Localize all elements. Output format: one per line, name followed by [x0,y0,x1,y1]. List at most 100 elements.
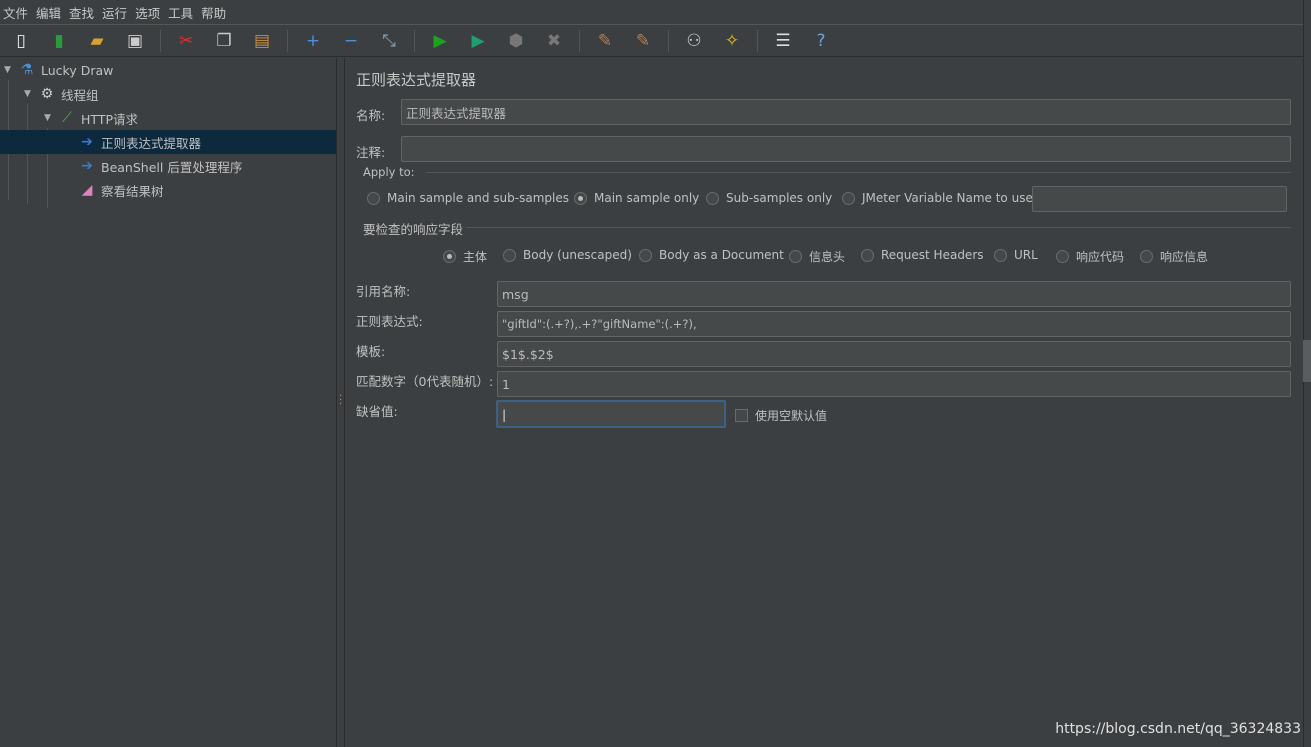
field-to-check-option[interactable]: 信息头 [789,248,845,265]
match-no-field[interactable]: 1 [497,371,1291,397]
expand-icon: + [305,31,321,51]
toolbar-separator [287,30,288,52]
expand-arrow-icon[interactable]: ▼ [44,113,58,123]
tree-node-label: HTTP请求 [81,111,138,127]
cut-icon: ✂ [178,31,194,51]
field-to-check-option[interactable]: 主体 [443,248,487,265]
radio-button[interactable] [789,250,802,263]
page-title: 正则表达式提取器 [356,71,477,89]
expand-button[interactable]: + [300,28,326,54]
tree-node-label: 察看结果树 [101,183,164,199]
menu-item[interactable]: 工具 [168,3,193,22]
field-to-check-option[interactable]: URL [994,248,1038,262]
menu-item[interactable]: 查找 [69,3,94,22]
tree-node[interactable]: ➔ 正则表达式提取器 [0,130,336,154]
function-helper-button[interactable]: ☰ [770,28,796,54]
apply-to-option[interactable]: Main sample and sub-samples [367,191,569,205]
menu-item[interactable]: 文件 [3,3,28,22]
tree-node[interactable]: ▼ ⚙ 线程组 [0,82,336,106]
field-to-check-option[interactable]: 响应信息 [1140,248,1208,265]
start-no-pause-button[interactable]: ▶ [465,28,491,54]
stop-icon: ⬢ [508,31,524,51]
search-button[interactable]: ⚇ [681,28,707,54]
templates-button[interactable]: ▮ [46,28,72,54]
apply-to-option-label: Main sample and sub-samples [387,191,569,205]
scrollbar-thumb[interactable] [1303,340,1311,382]
search-icon: ⚇ [686,31,702,51]
clear-all-icon: ✎ [635,31,651,51]
collapse-button[interactable]: − [338,28,364,54]
reset-search-button[interactable]: ✧ [719,28,745,54]
tree-node-label: Lucky Draw [41,62,114,78]
field-to-check-option-label: 响应代码 [1076,250,1125,264]
apply-to-divider [426,172,1291,173]
new-button[interactable]: ▯ [8,28,34,54]
stop-button[interactable]: ⬢ [503,28,529,54]
post-processor-icon: ➔ [81,134,93,150]
field-to-check-option-label: 信息头 [809,250,846,264]
menu-item[interactable]: 帮助 [201,3,226,22]
test-plan-tree: ▼ ⚗ Lucky Draw ▼ ⚙ 线程组 ▼ ⟋ HTTP请求 ➔ 正则表达式提取器 ➔ BeanS… [0,58,336,747]
clear-all-button[interactable]: ✎ [630,28,656,54]
post-processor-icon: ➔ [81,158,93,174]
apply-to-option[interactable]: Main sample only [574,191,699,205]
radio-button[interactable] [367,191,380,205]
field-to-check-option[interactable]: 响应代码 [1056,248,1124,265]
expand-arrow-icon[interactable]: ▼ [24,89,38,99]
new-icon: ▯ [16,31,26,51]
clear-button[interactable]: ✎ [592,28,618,54]
help-button[interactable]: ? [808,28,834,54]
default-value-field[interactable]: | [496,400,726,428]
template-field[interactable]: $1$.$2$ [497,341,1291,367]
radio-button[interactable] [1056,250,1069,263]
use-empty-default-label: 使用空默认值 [755,409,828,423]
paste-button[interactable]: ▤ [249,28,275,54]
comment-label: 注释: [356,145,386,160]
toolbar-separator [579,30,580,52]
comment-field[interactable] [401,136,1291,162]
tree-node-label: BeanShell 后置处理程序 [101,159,243,175]
tree-node[interactable]: ▼ ⚗ Lucky Draw [0,58,336,82]
radio-button[interactable] [861,248,874,262]
save-button[interactable]: ▣ [122,28,148,54]
ref-name-field[interactable]: msg [497,281,1291,307]
expand-arrow-icon[interactable]: ▼ [4,65,18,75]
field-to-check-option[interactable]: Request Headers [861,248,984,262]
radio-button[interactable] [443,250,456,263]
cut-button[interactable]: ✂ [173,28,199,54]
field-to-check-option[interactable]: Body as a Document [639,248,784,262]
splitter-grip-icon[interactable]: · · · [339,392,342,410]
radio-button[interactable] [1140,250,1153,263]
radio-button[interactable] [574,191,587,205]
menu-item[interactable]: 运行 [102,3,127,22]
field-check-divider [466,227,1291,228]
radio-button[interactable] [639,248,652,262]
start-button[interactable]: ▶ [427,28,453,54]
tree-node[interactable]: ▼ ⟋ HTTP请求 [0,106,336,130]
jmeter-variable-field[interactable] [1032,186,1287,212]
radio-button[interactable] [842,191,855,205]
menu-item[interactable]: 编辑 [36,3,61,22]
copy-button[interactable]: ❐ [211,28,237,54]
regex-field[interactable]: "giftId":(.+?),.+?"giftName":(.+?), [497,311,1291,337]
apply-to-option[interactable]: Sub-samples only [706,191,832,205]
templates-icon: ▮ [54,31,64,51]
shutdown-button[interactable]: ✖ [541,28,567,54]
apply-to-option[interactable]: JMeter Variable Name to use [842,191,1033,205]
reset-search-icon: ✧ [724,31,740,51]
name-field[interactable]: 正则表达式提取器 [401,99,1291,125]
checkbox-box[interactable] [735,409,748,422]
tree-node-label: 线程组 [61,87,99,103]
use-empty-default-checkbox[interactable]: 使用空默认值 [735,407,827,424]
tree-node[interactable]: ➔ BeanShell 后置处理程序 [0,154,336,178]
radio-button[interactable] [503,248,516,262]
toolbar: ▯ ▮ ▰ ▣ ✂ ❐ ▤ + − ⤡ ▶ ▶ ⬢ ✖ ✎ ✎ ⚇ ✧ ☰? [0,26,1303,57]
radio-button[interactable] [994,248,1007,262]
toggle-button[interactable]: ⤡ [376,28,402,54]
open-button[interactable]: ▰ [84,28,110,54]
radio-button[interactable] [706,191,719,205]
field-to-check-option-label: URL [1014,248,1038,262]
menu-item[interactable]: 选项 [135,3,160,22]
tree-node[interactable]: ◢ 察看结果树 [0,178,336,202]
field-to-check-option[interactable]: Body (unescaped) [503,248,632,262]
